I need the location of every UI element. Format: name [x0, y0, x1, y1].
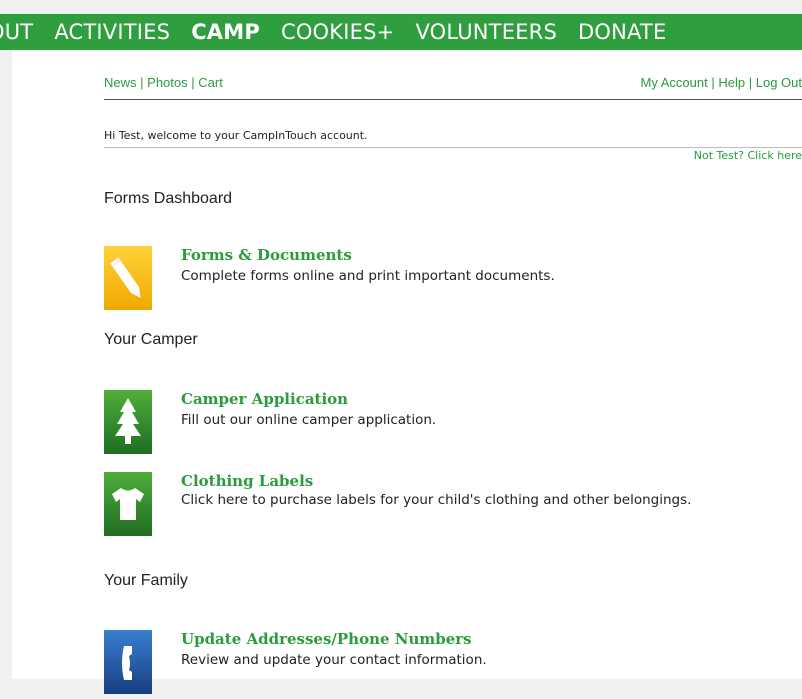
update-addresses-description: Review and update your contact informati… — [181, 652, 487, 668]
content-panel: News | Photos | Cart My Account | Help |… — [12, 50, 802, 694]
section-title-your-family: Your Family — [104, 572, 188, 589]
clothing-labels-link[interactable]: Clothing Labels — [181, 472, 313, 490]
camper-application-link[interactable]: Camper Application — [181, 390, 348, 408]
nav-item-camp[interactable]: CAMP — [191, 20, 260, 44]
my-account-link[interactable]: My Account — [641, 75, 708, 90]
forms-documents-description: Complete forms online and print importan… — [181, 268, 555, 284]
cart-link[interactable]: Cart — [198, 75, 223, 90]
separator: | — [711, 75, 715, 90]
nav-item-cookies[interactable]: COOKIES+ — [281, 20, 394, 44]
update-addresses-link[interactable]: Update Addresses/Phone Numbers — [181, 630, 472, 648]
separator: | — [140, 75, 144, 90]
phone-icon[interactable] — [104, 630, 152, 694]
not-you-link[interactable]: Not Test? Click here — [694, 149, 802, 162]
help-link[interactable]: Help — [718, 75, 745, 90]
top-nav-bar: OUT ACTIVITIES CAMP COOKIES+ VOLUNTEERS … — [0, 14, 802, 50]
log-out-link[interactable]: Log Out — [756, 75, 802, 90]
nav-item-donate[interactable]: DONATE — [578, 20, 666, 44]
nav-item-volunteers[interactable]: VOLUNTEERS — [415, 20, 557, 44]
clothing-labels-description: Click here to purchase labels for your c… — [181, 492, 692, 508]
tree-icon[interactable] — [104, 390, 152, 454]
pencil-icon[interactable] — [104, 246, 152, 310]
nav-item-about[interactable]: OUT — [0, 20, 33, 44]
divider — [104, 99, 802, 100]
camper-application-description: Fill out our online camper application. — [181, 412, 437, 428]
separator: | — [191, 75, 195, 90]
tshirt-icon[interactable] — [104, 472, 152, 536]
nav-item-activities[interactable]: ACTIVITIES — [54, 20, 170, 44]
divider — [104, 147, 802, 148]
forms-documents-link[interactable]: Forms & Documents — [181, 246, 352, 264]
separator: | — [748, 75, 753, 90]
welcome-message: Hi Test, welcome to your CampInTouch acc… — [104, 129, 368, 142]
section-title-your-camper: Your Camper — [104, 331, 198, 348]
news-link[interactable]: News — [104, 75, 137, 90]
photos-link[interactable]: Photos — [147, 75, 187, 90]
section-title-forms-dashboard: Forms Dashboard — [104, 190, 233, 207]
